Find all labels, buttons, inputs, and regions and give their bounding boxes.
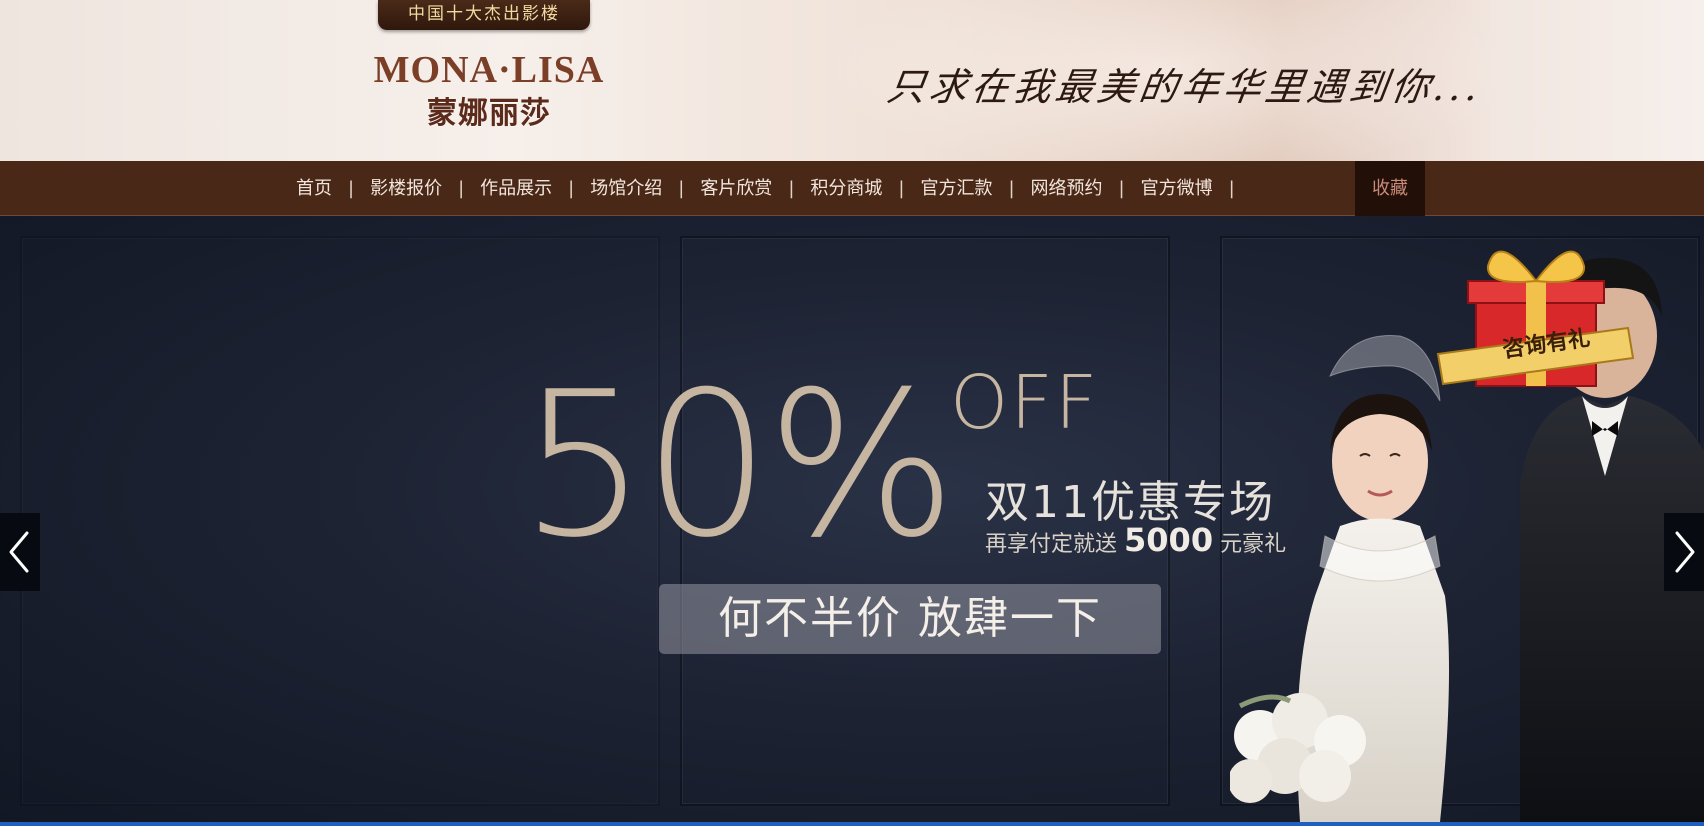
nav-separator: |: [1228, 178, 1235, 199]
nav-items: 首页 | 影楼报价 | 作品展示 | 场馆介绍 | 客片欣赏 | 积分商城 | …: [280, 161, 1235, 216]
nav-item-client-photos[interactable]: 客片欣赏: [684, 161, 788, 216]
logo-chinese[interactable]: 蒙娜丽莎: [404, 88, 574, 132]
favorite-button[interactable]: 收藏: [1355, 161, 1425, 216]
nav-item-pricing[interactable]: 影楼报价: [354, 161, 458, 216]
main-nav: 首页 | 影楼报价 | 作品展示 | 场馆介绍 | 客片欣赏 | 积分商城 | …: [0, 161, 1704, 216]
nav-separator: |: [458, 178, 465, 199]
nav-separator: |: [898, 178, 905, 199]
nav-item-points-mall[interactable]: 积分商城: [794, 161, 898, 216]
next-slide-button[interactable]: [1664, 513, 1704, 591]
promo-sub-prefix: 再享付定就送: [985, 532, 1118, 557]
nav-separator: |: [1118, 178, 1125, 199]
brand-badge: 中国十大杰出影楼: [378, 0, 590, 30]
slogan: 只求在我最美的年华里遇到你...: [884, 65, 1485, 109]
nav-separator: |: [348, 178, 355, 199]
nav-separator: |: [1008, 178, 1015, 199]
chevron-right-icon: [1675, 531, 1695, 573]
promo-sub-amount: 5000: [1124, 521, 1214, 559]
banner-bottom-border: [0, 822, 1704, 826]
logo-english[interactable]: MONA·LISA: [364, 48, 614, 92]
prev-slide-button[interactable]: [0, 513, 40, 591]
nav-item-remittance[interactable]: 官方汇款: [904, 161, 1008, 216]
site-header: 中国十大杰出影楼 MONA·LISA 蒙娜丽莎 只求在我最美的年华里遇到你...: [0, 0, 1704, 161]
nav-separator: |: [568, 178, 575, 199]
nav-item-portfolio[interactable]: 作品展示: [464, 161, 568, 216]
promo-percent: 50%: [520, 349, 957, 582]
nav-separator: |: [678, 178, 685, 199]
promo-banner[interactable]: 50% OFF 双11优惠专场 再享付定就送 5000 元豪礼 何不半价 放肆一…: [0, 216, 1704, 822]
nav-item-booking[interactable]: 网络预约: [1015, 161, 1119, 216]
nav-item-weibo[interactable]: 官方微博: [1125, 161, 1229, 216]
chevron-left-icon: [9, 531, 29, 573]
nav-item-home[interactable]: 首页: [280, 161, 348, 216]
gift-box-icon[interactable]: [1428, 236, 1638, 391]
nav-separator: |: [788, 178, 795, 199]
nav-item-venues[interactable]: 场馆介绍: [574, 161, 678, 216]
promo-off: OFF: [950, 360, 1100, 446]
promo-cta[interactable]: 何不半价 放肆一下: [659, 584, 1161, 654]
